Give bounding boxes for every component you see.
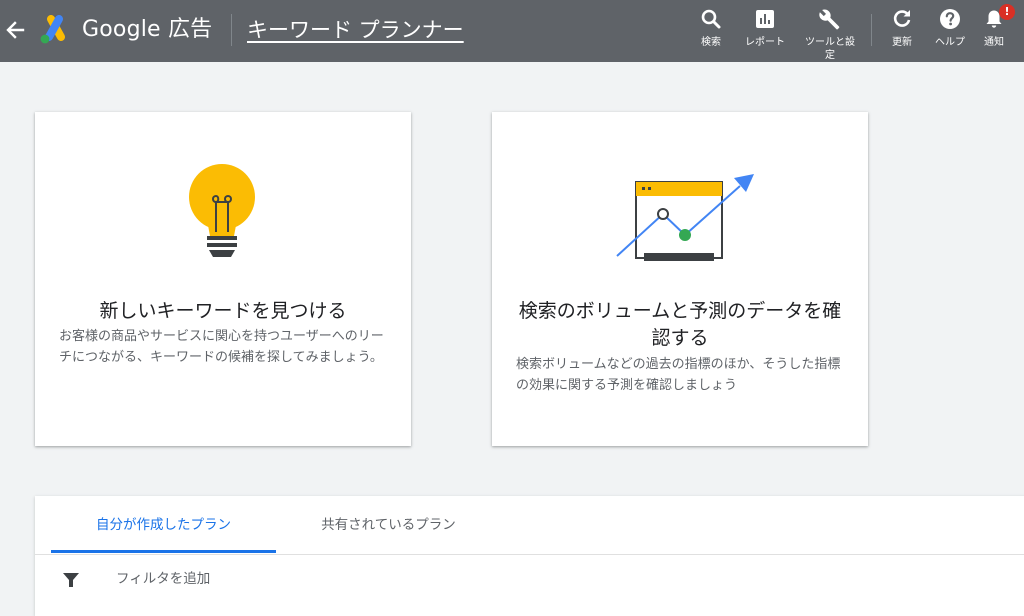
notifications-button[interactable]: ! 通知 <box>966 4 1022 62</box>
toolbar-divider <box>871 14 872 46</box>
tab-shared-plans[interactable]: 共有されているプラン <box>276 496 501 554</box>
report-icon <box>756 10 774 28</box>
active-tab-indicator <box>51 550 276 553</box>
search-button[interactable]: 検索 <box>683 8 739 62</box>
notifications-label: 通知 <box>984 37 1004 48</box>
search-label: 検索 <box>701 37 721 48</box>
notification-badge: ! <box>999 4 1015 20</box>
wrench-icon <box>819 9 840 30</box>
top-app-bar: Google 広告 キーワード プランナー 検索 レポート ツールと設定 更新 … <box>0 0 1024 62</box>
add-filter-label: フィルタを追加 <box>116 571 211 587</box>
help-icon <box>940 9 960 29</box>
plans-panel: 自分が作成したプラン 共有されているプラン フィルタを追加 <box>35 496 1024 616</box>
card-title: 検索のボリュームと予測のデータを確認する <box>518 300 842 349</box>
google-ads-logo-icon[interactable] <box>38 15 72 45</box>
find-new-keywords-card[interactable]: 新しいキーワードを見つける お客様の商品やサービスに関心を持つユーザーへのリーチ… <box>35 112 411 446</box>
forecast-chart-icon <box>614 174 756 266</box>
reports-label: レポート <box>745 37 785 48</box>
add-filter-row[interactable]: フィルタを追加 <box>35 555 1024 605</box>
page-title[interactable]: キーワード プランナー <box>247 16 464 44</box>
tools-and-settings-label: ツールと設定 <box>805 37 855 61</box>
card-description: お客様の商品やサービスに関心を持つユーザーへのリーチにつながる、キーワードの候補… <box>59 329 384 365</box>
tab-my-plans[interactable]: 自分が作成したプラン <box>51 496 276 554</box>
filter-icon <box>63 573 79 587</box>
card-description: 検索ボリュームなどの過去の指標のほか、そうした指標の効果に関する予測を確認しまし… <box>516 357 841 393</box>
tools-and-settings-button[interactable]: ツールと設定 <box>803 8 857 62</box>
back-arrow-icon[interactable] <box>4 18 26 42</box>
search-volume-forecast-card[interactable]: 検索のボリュームと予測のデータを確認する 検索ボリュームなどの過去の指標のほか、… <box>492 112 868 446</box>
brand-name[interactable]: Google 広告 <box>82 16 212 44</box>
lightbulb-icon <box>185 164 261 266</box>
reports-button[interactable]: レポート <box>737 8 793 62</box>
refresh-icon <box>893 10 911 27</box>
card-title: 新しいキーワードを見つける <box>99 300 347 322</box>
header-divider <box>231 14 232 46</box>
search-icon <box>701 9 721 29</box>
